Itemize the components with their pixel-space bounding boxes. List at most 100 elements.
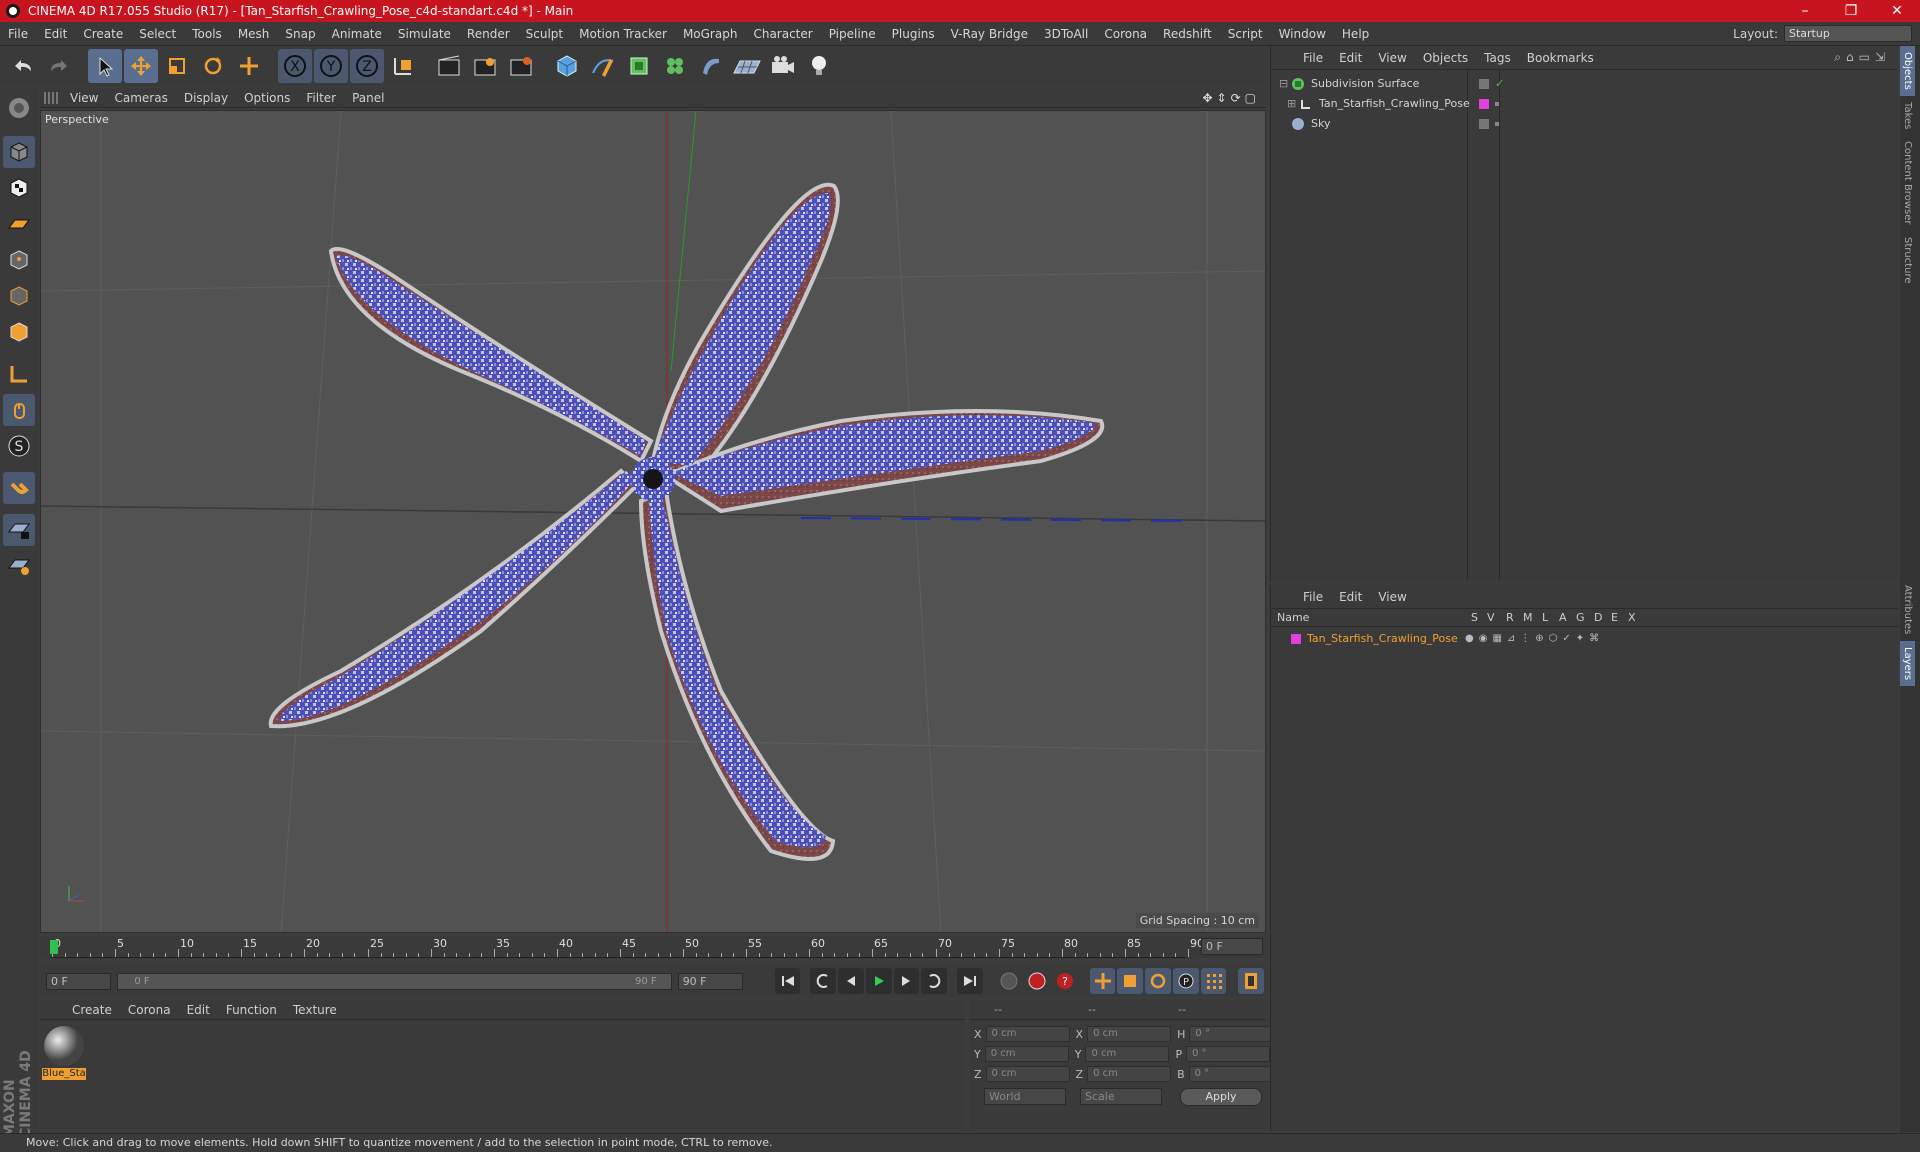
menu-plugins[interactable]: Plugins <box>884 27 943 41</box>
key-point-level-icon[interactable] <box>1200 968 1227 994</box>
scale-icon[interactable] <box>160 49 194 83</box>
redo-icon[interactable] <box>42 49 76 83</box>
key-position-icon[interactable] <box>1089 968 1116 994</box>
rotate-icon[interactable] <box>196 49 230 83</box>
layer-toggle-icons[interactable]: ●◉▦⊿⋮⊕⬡✓✦⌘ <box>1465 633 1604 644</box>
visibility-toggle-icon[interactable] <box>1479 78 1489 89</box>
rotation-p-field[interactable]: 0 ° <box>1186 1046 1271 1062</box>
select-arrow-icon[interactable] <box>88 49 122 83</box>
light-icon[interactable] <box>802 49 836 83</box>
viewport-menu-view[interactable]: View <box>62 91 106 105</box>
menu-3dtoall[interactable]: 3DToAll <box>1036 27 1096 41</box>
objects-menu-view[interactable]: View <box>1370 51 1414 65</box>
menu-animate[interactable]: Animate <box>324 27 390 41</box>
column-locked[interactable]: L <box>1542 611 1548 624</box>
column-deformers[interactable]: D <box>1594 611 1602 624</box>
visibility-dot-icon[interactable] <box>1495 101 1499 106</box>
menu-select[interactable]: Select <box>131 27 184 41</box>
keyframe-selection-icon[interactable]: ? <box>1052 968 1078 994</box>
column-name[interactable]: Name <box>1277 611 1309 624</box>
planar-workplane-icon[interactable] <box>3 550 35 582</box>
starfish-model[interactable] <box>268 182 1105 861</box>
material-menu-create[interactable]: Create <box>64 1003 120 1017</box>
camera-icon[interactable] <box>766 49 800 83</box>
start-frame-field[interactable]: 0 F <box>46 972 112 990</box>
viewport-menu-display[interactable]: Display <box>176 91 236 105</box>
render-region-icon[interactable] <box>468 49 502 83</box>
menu-render[interactable]: Render <box>459 27 518 41</box>
polygons-mode-icon[interactable] <box>3 316 35 348</box>
objects-menu-file[interactable]: File <box>1295 51 1331 65</box>
mograph-cloner-icon[interactable] <box>658 49 692 83</box>
layers-menu-view[interactable]: View <box>1370 590 1414 604</box>
column-solo[interactable]: S <box>1471 611 1478 624</box>
close-button[interactable]: ✕ <box>1874 3 1920 19</box>
rotation-h-field[interactable]: 0 ° <box>1189 1026 1274 1042</box>
viewport-menu-panel[interactable]: Panel <box>344 91 392 105</box>
floor-icon[interactable] <box>730 49 764 83</box>
key-parameter-icon[interactable]: P <box>1172 968 1199 994</box>
undo-icon[interactable] <box>6 49 40 83</box>
end-frame-field[interactable]: 90 F <box>677 972 744 990</box>
menu-redshift[interactable]: Redshift <box>1155 27 1220 41</box>
tab-objects[interactable]: Objects <box>1900 46 1915 96</box>
auto-keying-icon[interactable] <box>1024 968 1050 994</box>
minimize-button[interactable]: – <box>1782 3 1828 19</box>
size-mode-dropdown[interactable]: Scale <box>1080 1088 1162 1105</box>
next-frame-icon[interactable] <box>893 968 920 994</box>
menu-mesh[interactable]: Mesh <box>230 27 278 41</box>
viewport-menu-filter[interactable]: Filter <box>298 91 344 105</box>
material-menu-edit[interactable]: Edit <box>179 1003 218 1017</box>
size-x-field[interactable]: 0 cm <box>1087 1026 1172 1042</box>
make-editable-icon[interactable] <box>3 92 35 124</box>
record-keys-disabled-icon[interactable] <box>997 968 1023 994</box>
material-menu-function[interactable]: Function <box>218 1003 285 1017</box>
locked-workplane-icon[interactable] <box>3 514 35 546</box>
axis-mode-icon[interactable] <box>3 358 35 390</box>
menu-help[interactable]: Help <box>1334 27 1377 41</box>
object-row-tan-starfish[interactable]: ⊞ Tan_Starfish_Crawling_Pose <box>1273 94 1893 113</box>
key-rotation-icon[interactable] <box>1145 968 1171 994</box>
x-axis-icon[interactable]: X <box>278 49 312 83</box>
layer-row[interactable]: Tan_Starfish_Crawling_Pose ●◉▦⊿⋮⊕⬡✓✦⌘ <box>1273 629 1893 648</box>
perspective-viewport[interactable]: Perspective Grid Spacing : 10 cm <box>40 110 1266 933</box>
z-axis-icon[interactable]: Z <box>350 49 384 83</box>
column-manager[interactable]: M <box>1523 611 1533 624</box>
preview-range-slider[interactable]: 0 F 90 F <box>117 972 672 990</box>
menu-edit[interactable]: Edit <box>36 27 75 41</box>
apply-button[interactable]: Apply <box>1180 1088 1262 1106</box>
points-mode-icon[interactable] <box>3 244 35 276</box>
viewport-menu-cameras[interactable]: Cameras <box>106 91 175 105</box>
menu-script[interactable]: Script <box>1220 27 1271 41</box>
timeline-window-icon[interactable] <box>1238 968 1264 994</box>
layer-color-swatch[interactable] <box>1291 633 1301 644</box>
menu-motion-tracker[interactable]: Motion Tracker <box>571 27 675 41</box>
workplane-icon[interactable] <box>3 208 35 240</box>
layers-menu-edit[interactable]: Edit <box>1331 590 1370 604</box>
next-key-icon[interactable] <box>921 968 948 994</box>
y-axis-icon[interactable]: Y <box>314 49 348 83</box>
restore-button[interactable]: ❐ <box>1828 3 1874 19</box>
position-y-field[interactable]: 0 cm <box>984 1046 1069 1062</box>
objects-menu-objects[interactable]: Objects <box>1415 51 1476 65</box>
previous-key-icon[interactable] <box>810 968 837 994</box>
material-menu-texture[interactable]: Texture <box>285 1003 345 1017</box>
column-view[interactable]: V <box>1487 611 1495 624</box>
pen-spline-icon[interactable] <box>586 49 620 83</box>
previous-frame-icon[interactable] <box>838 968 864 994</box>
menu-vray-bridge[interactable]: V-Ray Bridge <box>943 27 1036 41</box>
tab-layers[interactable]: Layers <box>1900 640 1915 686</box>
layout-dropdown[interactable]: Startup <box>1784 25 1912 42</box>
move-icon[interactable] <box>124 49 158 83</box>
render-view-icon[interactable] <box>432 49 466 83</box>
snap-mode-icon[interactable]: S <box>3 430 35 462</box>
edges-mode-icon[interactable] <box>3 280 35 312</box>
menu-mograph[interactable]: MoGraph <box>675 27 746 41</box>
coordinate-mode-dropdown[interactable]: World <box>984 1088 1066 1105</box>
coordinate-system-icon[interactable] <box>386 49 420 83</box>
column-xref[interactable]: X <box>1628 611 1636 624</box>
object-row-sky[interactable]: Sky <box>1273 114 1893 133</box>
transform-icon[interactable] <box>232 49 266 83</box>
nurbs-icon[interactable] <box>622 49 656 83</box>
tab-structure[interactable]: Structure <box>1900 231 1915 290</box>
